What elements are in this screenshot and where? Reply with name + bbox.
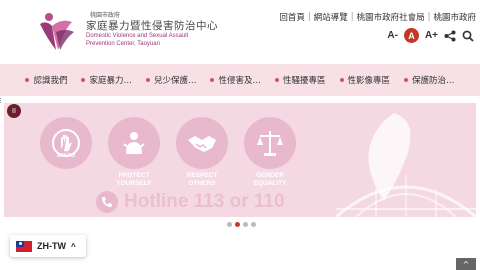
tool-row: A- A A+ xyxy=(387,28,474,43)
nav-item-child-protection[interactable]: 兒少保護… xyxy=(145,74,197,86)
circle-label-line1: RESPECT xyxy=(186,172,218,179)
circle-label-line2: YOURSELF xyxy=(116,180,152,187)
circle-label: RESPECT OTHERS xyxy=(176,172,228,188)
bullet-icon xyxy=(210,78,215,82)
nav-label: 認識我們 xyxy=(33,76,68,86)
font-size-small-button[interactable]: A- xyxy=(387,30,398,41)
value-equality: GENDER EQUALITY xyxy=(244,117,296,188)
value-respect: RESPECT OTHERS xyxy=(176,117,228,188)
chevron-up-icon: ^ xyxy=(71,241,76,251)
nav-label: 兒少保護… xyxy=(153,76,197,86)
nav-item-prevention[interactable]: 保護防治… xyxy=(404,74,455,86)
circle-label: PROTECT YOURSELF xyxy=(108,172,160,188)
value-protect: PROTECT YOURSELF xyxy=(108,117,160,188)
circle-label-line2: EQUALITY xyxy=(253,180,287,187)
separator: | xyxy=(350,12,354,22)
carousel-dot-3[interactable] xyxy=(243,222,248,227)
top-links: 回首頁 | 網站導覽 | 桃園市政府社會局 | 桃園市政府 xyxy=(279,11,476,23)
bullet-icon xyxy=(404,78,409,82)
logo-english-line-1: Domestic Violence and Sexual Assault xyxy=(86,33,189,39)
nav-label: 性侵害及… xyxy=(218,76,261,86)
nav-item-sexual-images[interactable]: 性影像專區 xyxy=(339,74,391,86)
circle xyxy=(108,117,160,169)
toplink-social-bureau[interactable]: 桃園市政府社會局 xyxy=(357,11,425,23)
hotline-text: Hotline 113 or 110 xyxy=(124,191,285,212)
taiwan-flag-icon xyxy=(16,240,32,252)
share-icon[interactable] xyxy=(444,30,456,42)
circle-label: SAY NO xyxy=(57,153,76,159)
bullet-icon xyxy=(25,78,30,82)
nav-label: 保護防治… xyxy=(412,76,455,86)
bullet-icon xyxy=(81,78,86,82)
nav-item-about[interactable]: 認識我們 xyxy=(25,74,67,86)
nav-label: 性騷擾專區 xyxy=(283,76,326,86)
circle-label-line1: GENDER xyxy=(256,172,284,179)
toplink-city-government[interactable]: 桃園市政府 xyxy=(433,11,476,23)
circle-label-line2: OTHERS xyxy=(188,180,216,187)
hotline: Hotline 113 or 110 xyxy=(96,191,285,213)
handshake-icon xyxy=(188,136,216,152)
search-icon[interactable] xyxy=(462,30,474,42)
bullet-icon xyxy=(145,78,150,82)
protect-person-icon xyxy=(123,132,145,154)
hero-banner[interactable]: SAY NO PROTECT YOURSELF RESPECT OTHERS G… xyxy=(4,103,476,217)
bullet-icon xyxy=(275,78,279,82)
circle: SAY NO xyxy=(40,117,92,169)
toplink-home[interactable]: 回首頁 xyxy=(279,11,305,23)
page-root: 桃園市政府 家庭暴力暨性侵害防治中心 Domestic Violence and… xyxy=(0,0,480,270)
nav-item-domestic-violence[interactable]: 家庭暴力… xyxy=(81,74,132,86)
main-nav: 認識我們 家庭暴力… 兒少保護… 性侵害及… 性騷擾專區 性影像專區 保護防治… xyxy=(0,64,480,96)
nav-label: 家庭暴力… xyxy=(89,76,132,86)
carousel-pause-button[interactable]: II xyxy=(7,104,21,118)
logo-english-line-2: Prevention Center, Taoyuan xyxy=(86,41,160,47)
nav-item-sexual-assault[interactable]: 性侵害及… xyxy=(210,74,261,86)
circle-label: GENDER EQUALITY xyxy=(244,172,296,188)
carousel-dot-4[interactable] xyxy=(251,222,256,227)
scales-icon xyxy=(257,131,283,156)
language-selector[interactable]: ZH-TW ^ xyxy=(10,235,86,257)
font-size-large-button[interactable]: A+ xyxy=(425,30,438,41)
logo-icon[interactable] xyxy=(36,10,76,54)
site-header: 桃園市政府 家庭暴力暨性侵害防治中心 Domestic Violence and… xyxy=(0,0,480,64)
carousel-dot-1[interactable] xyxy=(227,222,232,227)
nav-item-sexual-harassment[interactable]: 性騷擾專區 xyxy=(275,74,326,86)
separator: | xyxy=(307,12,311,22)
bullet-icon xyxy=(339,78,344,82)
circle xyxy=(244,117,296,169)
language-label: ZH-TW xyxy=(37,241,66,251)
toplink-sitemap[interactable]: 網站導覽 xyxy=(314,11,348,23)
phone-icon xyxy=(96,191,118,213)
nav-label: 性影像專區 xyxy=(347,76,391,86)
carousel-dots xyxy=(227,222,256,227)
separator: | xyxy=(427,12,431,22)
taiwan-map-icon xyxy=(368,113,411,201)
back-to-top-button[interactable]: ^ xyxy=(456,258,476,270)
font-size-medium-button[interactable]: A xyxy=(403,28,419,43)
circle-label-line1: PROTECT xyxy=(118,172,150,179)
logo-title[interactable]: 家庭暴力暨性侵害防治中心 xyxy=(86,18,218,33)
say-no-hand-icon: SAY NO xyxy=(52,129,80,159)
circle xyxy=(176,117,228,169)
chevron-up-icon: ^ xyxy=(462,259,470,269)
value-say-no: SAY NO xyxy=(40,117,92,188)
value-circles: SAY NO PROTECT YOURSELF RESPECT OTHERS G… xyxy=(40,117,296,188)
carousel-dot-2[interactable] xyxy=(235,222,240,227)
